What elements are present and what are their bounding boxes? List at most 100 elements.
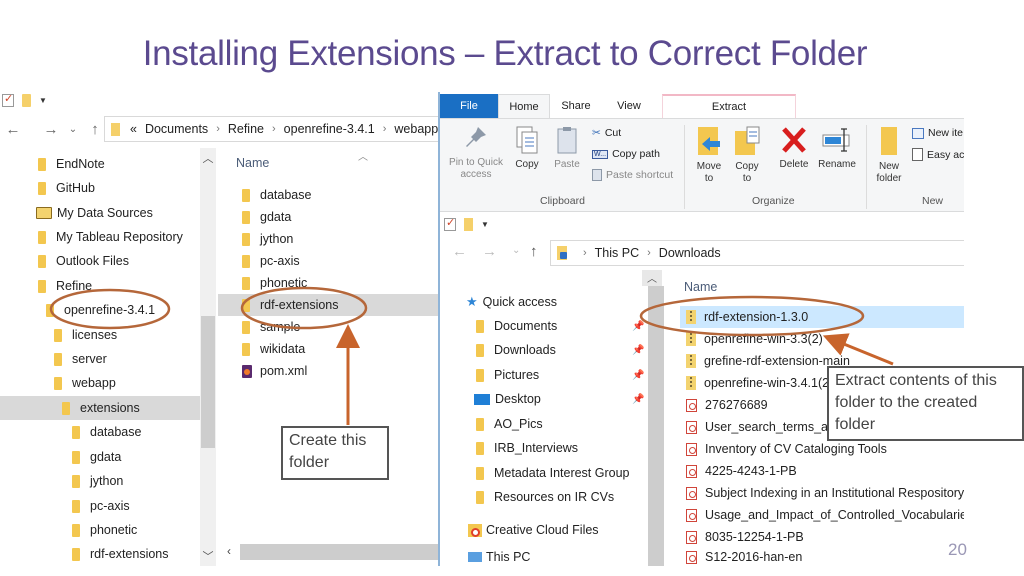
file-item-phonetic[interactable]: phonetic	[218, 272, 440, 294]
pin-icon[interactable]: 📌	[632, 394, 644, 405]
customize-dropdown-icon[interactable]: ▼	[481, 220, 489, 229]
delete-button[interactable]: Delete	[776, 125, 812, 171]
tree-item-resources-on-ir-cvs[interactable]: Resources on IR CVs	[476, 485, 614, 509]
recent-locations-button[interactable]: ⌄	[512, 245, 520, 256]
move-to-button[interactable]: Move to	[692, 125, 726, 185]
tree-item-metadata-interest-group[interactable]: Metadata Interest Group	[476, 461, 630, 485]
tree-item-pictures[interactable]: Pictures 📌	[476, 363, 666, 387]
address-bar[interactable]: › This PC › Downloads	[550, 240, 964, 266]
tree-item-creative-cloud-files[interactable]: Creative Cloud Files	[468, 518, 599, 542]
tree-item-ao-pics[interactable]: AO_Pics	[476, 412, 543, 436]
file-item-openrefine-win-3-3[interactable]: openrefine-win-3.3(2)	[680, 328, 964, 350]
back-button[interactable]: ←	[0, 121, 26, 138]
forward-button[interactable]: →	[482, 243, 497, 260]
rename-icon	[822, 128, 850, 152]
xml-file-icon	[242, 364, 252, 378]
file-item-rdf-extensions[interactable]: rdf-extensions	[218, 294, 440, 316]
new-group-label: New	[922, 195, 944, 207]
tree-item-extensions[interactable]: extensions	[0, 396, 200, 420]
address-bar[interactable]: « Documents › Refine › openrefine-3.4.1 …	[104, 116, 440, 142]
breadcrumb-overflow[interactable]: «	[130, 122, 137, 136]
tree-item-desktop[interactable]: Desktop 📌	[474, 387, 664, 411]
callout-extract-contents: Extract contents of this folder to the c…	[827, 366, 1024, 441]
chevron-up-icon[interactable]: ︿	[200, 150, 216, 166]
nav-pane-scrollbar[interactable]: ︿ ﹀	[200, 148, 216, 566]
quick-access-toolbar: ✓ ▼	[444, 214, 489, 234]
copy-path-button[interactable]: W... Copy path	[592, 148, 660, 160]
creative-cloud-icon	[468, 523, 482, 537]
column-header-name[interactable]: Name	[236, 156, 269, 170]
pdf-icon	[686, 550, 697, 564]
pdf-icon	[686, 530, 697, 544]
folder-icon	[72, 523, 80, 537]
sort-ascending-icon[interactable]: ︿	[642, 270, 662, 286]
forward-button[interactable]: →	[38, 121, 64, 138]
new-item-button[interactable]: New ite	[912, 127, 963, 139]
folder-icon	[38, 230, 46, 244]
tree-item-quick-access[interactable]: ★ Quick access	[466, 290, 557, 314]
breadcrumb-documents[interactable]: Documents	[145, 122, 208, 136]
tree-item-openrefine[interactable]: openrefine-3.4.1	[46, 298, 246, 322]
chevron-right-icon: ›	[647, 247, 651, 259]
folder-icon	[476, 490, 484, 504]
file-item-database[interactable]: database	[218, 184, 440, 206]
breadcrumb-refine[interactable]: Refine	[228, 122, 264, 136]
properties-icon[interactable]: ✓	[444, 217, 456, 231]
nav-pane-scrollbar[interactable]	[648, 286, 664, 566]
file-item-subject-indexing[interactable]: Subject Indexing in an Institutional Res…	[680, 482, 964, 504]
tab-view[interactable]: View	[602, 94, 656, 118]
file-item-rdf-extension-1-3-0[interactable]: rdf-extension-1.3.0	[680, 306, 964, 328]
horizontal-scrollbar[interactable]: ‹	[218, 544, 440, 560]
slide-title: Installing Extensions – Extract to Corre…	[142, 34, 868, 73]
cut-button[interactable]: ✂ Cut	[592, 127, 621, 139]
scrollbar-thumb[interactable]	[201, 316, 215, 448]
tree-item-this-pc[interactable]: This PC	[468, 548, 530, 566]
new-folder-button[interactable]: New folder	[872, 125, 906, 185]
file-item-inventory-cv-tools[interactable]: Inventory of CV Cataloging Tools	[680, 438, 964, 460]
copy-to-button[interactable]: Copy to	[730, 125, 764, 185]
tab-share[interactable]: Share	[550, 94, 602, 118]
pin-to-quick-access-button[interactable]: Pin to Quick access	[446, 125, 506, 181]
file-item-s12-2016-han-en[interactable]: S12-2016-han-en	[680, 548, 964, 566]
column-header-name[interactable]: Name	[684, 280, 717, 294]
folder-icon	[38, 157, 46, 171]
easy-access-button[interactable]: Easy ac	[912, 148, 964, 161]
easy-access-icon	[912, 148, 923, 161]
tree-item-downloads[interactable]: Downloads 📌	[476, 338, 666, 362]
file-item-usage-and-impact[interactable]: Usage_and_Impact_of_Controlled_Vocabular…	[680, 504, 964, 526]
breadcrumb-this-pc[interactable]: This PC	[595, 246, 639, 260]
tab-home[interactable]: Home	[498, 94, 550, 118]
folder-icon	[242, 342, 250, 356]
tab-extract[interactable]: Extract	[662, 94, 796, 118]
file-item-4225-4243-1-pb[interactable]: 4225-4243-1-PB	[680, 460, 964, 482]
properties-icon[interactable]	[2, 92, 14, 107]
rename-button[interactable]: Rename	[816, 125, 858, 171]
file-item-wikidata[interactable]: wikidata	[218, 338, 440, 360]
paste-shortcut-button[interactable]: Paste shortcut	[592, 169, 673, 181]
tab-file[interactable]: File	[440, 94, 498, 118]
new-folder-icon[interactable]	[22, 93, 31, 107]
customize-dropdown-icon[interactable]: ▼	[39, 96, 47, 105]
file-item-jython[interactable]: jython	[218, 228, 440, 250]
recent-locations-button[interactable]: ⌄	[64, 124, 82, 135]
paste-button[interactable]: Paste	[550, 125, 584, 171]
file-item-pc-axis[interactable]: pc-axis	[218, 250, 440, 272]
file-item-8035-12254-1-pb[interactable]: 8035-12254-1-PB	[680, 526, 964, 548]
file-item-gdata[interactable]: gdata	[218, 206, 440, 228]
chevron-left-icon[interactable]: ‹	[218, 544, 240, 560]
back-button[interactable]: ←	[452, 243, 467, 260]
new-folder-icon[interactable]	[464, 217, 473, 231]
copy-button[interactable]: Copy	[510, 125, 544, 171]
pin-icon[interactable]: 📌	[632, 321, 644, 332]
breadcrumb-webapp[interactable]: webapp	[394, 122, 438, 136]
up-button[interactable]: ↑	[530, 243, 538, 260]
tree-item-irb-interviews[interactable]: IRB_Interviews	[476, 436, 578, 460]
file-item-pom-xml[interactable]: pom.xml	[218, 360, 440, 382]
file-item-sample[interactable]: sample	[218, 316, 440, 338]
breadcrumb-downloads[interactable]: Downloads	[659, 246, 721, 260]
tree-item-documents[interactable]: Documents 📌	[476, 314, 666, 338]
pin-icon[interactable]: 📌	[632, 345, 644, 356]
chevron-down-icon[interactable]: ﹀	[200, 548, 216, 564]
pin-icon[interactable]: 📌	[632, 370, 644, 381]
breadcrumb-openrefine[interactable]: openrefine-3.4.1	[284, 122, 375, 136]
